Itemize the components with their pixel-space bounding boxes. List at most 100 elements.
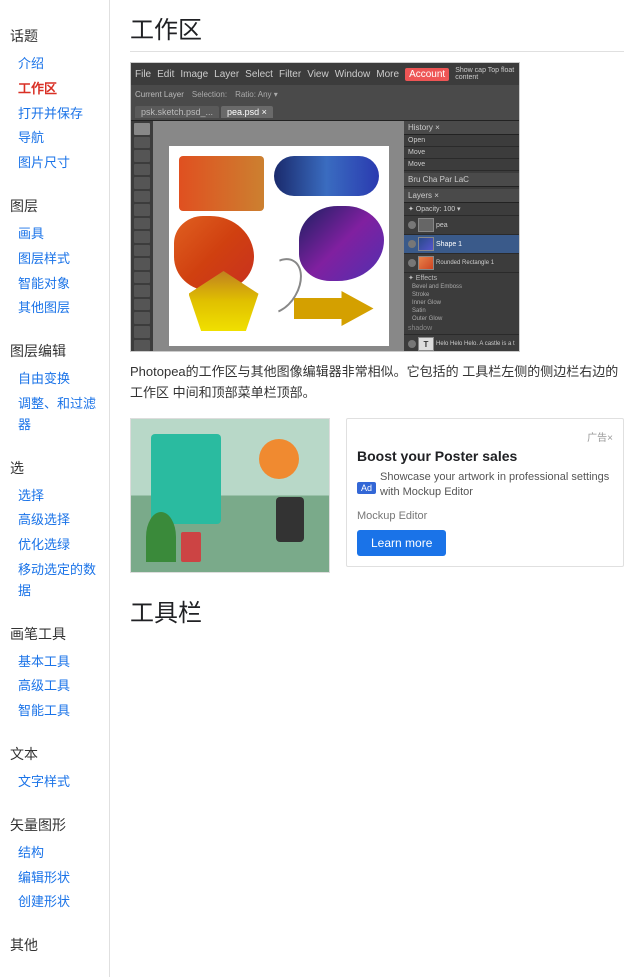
ps-menu-account[interactable]: Account (405, 68, 449, 81)
ps-tool-crop[interactable] (134, 164, 150, 176)
ps-thumb-rrect (418, 256, 434, 270)
ps-text-layer[interactable]: T Helo Helo Helo. A castle is a t (404, 335, 519, 352)
ps-menu-layer[interactable]: Layer (214, 69, 239, 80)
sidebar-section-draw: 画笔工具 (10, 624, 99, 644)
ps-props-label: Bru Cha Par LaC (408, 175, 469, 184)
ps-history-header: History × (404, 121, 519, 135)
poster-image (130, 418, 330, 573)
ps-tool-eraser[interactable] (134, 245, 150, 257)
ps-tool-select[interactable] (134, 137, 150, 149)
ps-text-layer-name: Helo Helo Helo. A castle is a t (436, 341, 515, 347)
sidebar-item-smart-tool[interactable]: 智能工具 (10, 699, 99, 724)
sidebar-section-layer-edit: 图层编辑 (10, 341, 99, 361)
ps-menu-more[interactable]: More (376, 69, 399, 80)
ps-tool-stamp[interactable] (134, 218, 150, 230)
ps-props-header: Bru Cha Par LaC (404, 173, 519, 187)
shape-gradient-rect (179, 156, 264, 211)
sidebar-item-workspace[interactable]: 工作区 (10, 77, 99, 102)
sidebar-item-advanced-select[interactable]: 高级选择 (10, 508, 99, 533)
ps-tool-dodge[interactable] (134, 272, 150, 284)
orange-circle-shape (259, 439, 299, 479)
ps-tool-text[interactable] (134, 299, 150, 311)
page-layout: 话题 介绍 工作区 打开并保存 导航 图片尺寸 图层 画具 图层样式 智能对象 … (0, 0, 640, 977)
ps-tool-eyedrop[interactable] (134, 177, 150, 189)
sidebar-item-layer-style[interactable]: 图层样式 (10, 247, 99, 272)
sidebar-item-select[interactable]: 选择 (10, 484, 99, 509)
main-content: 工作区 File Edit Image Layer Select Filter … (110, 0, 640, 977)
ps-history-open: Open (404, 135, 519, 147)
ps-tool-move[interactable] (134, 123, 150, 135)
ad-close-icon[interactable]: 广告× (587, 433, 613, 444)
ps-thumb-text: T (418, 337, 434, 351)
ps-tool-lasso[interactable] (134, 150, 150, 162)
sidebar-item-smart-object[interactable]: 智能对象 (10, 272, 99, 297)
ad-source: Mockup Editor (357, 510, 613, 522)
ps-menu-view[interactable]: View (307, 69, 329, 80)
ps-tool-zoom[interactable] (134, 340, 150, 352)
sidebar-item-nav[interactable]: 导航 (10, 126, 99, 151)
ps-tab-1[interactable]: psk.sketch.psd_... (135, 106, 219, 118)
sidebar-item-basic-tool[interactable]: 基本工具 (10, 650, 99, 675)
workspace-description: Photopea的工作区与其他图像编辑器非常相似。它包括的 工具栏左侧的侧边栏右… (130, 362, 624, 404)
ps-layer-rrect[interactable]: Rounded Rectangle 1 (404, 254, 519, 273)
ps-effect-outer-glow: Outer Glow (404, 315, 519, 323)
sidebar-item-edit-shape[interactable]: 编辑形状 (10, 866, 99, 891)
ps-eye-rrect[interactable] (408, 259, 416, 267)
ps-menu-file[interactable]: File (135, 69, 151, 80)
ps-tool-brush[interactable] (134, 204, 150, 216)
ps-eye-shape1[interactable] (408, 240, 416, 248)
ps-tool-heal[interactable] (134, 191, 150, 203)
sidebar-item-image-size[interactable]: 图片尺寸 (10, 151, 99, 176)
page-title: 工作区 (130, 10, 624, 52)
shape-arrow (294, 291, 374, 326)
ps-opacity-label: ✦ Opacity: 100 ▾ (408, 205, 461, 213)
ps-layer-shape1[interactable]: Shape 1 (404, 235, 519, 254)
bottom-section: 广告× Boost your Poster sales Ad Showcase … (130, 418, 624, 573)
sidebar-item-structure[interactable]: 结构 (10, 841, 99, 866)
ad-box: 广告× Boost your Poster sales Ad Showcase … (346, 418, 624, 568)
ps-layer-pea[interactable]: pea (404, 216, 519, 235)
ps-left-toolbar (131, 121, 153, 352)
photopea-screenshot: File Edit Image Layer Select Filter View… (130, 62, 520, 352)
ps-opacity-row: ✦ Opacity: 100 ▾ (404, 203, 519, 216)
sidebar-item-move-select[interactable]: 移动选定的数据 (10, 558, 99, 604)
ps-menu-image[interactable]: Image (180, 69, 208, 80)
ps-ratio-label: Ratio: Any ▾ (235, 90, 278, 99)
ad-title: Boost your Poster sales (357, 448, 613, 464)
ps-menu-select[interactable]: Select (245, 69, 273, 80)
ps-tab-2[interactable]: pea.psd × (221, 106, 273, 118)
ps-effect-inner-glow: Inner Glow (404, 299, 519, 307)
sidebar-item-other-layers[interactable]: 其他图层 (10, 296, 99, 321)
ps-tool-history[interactable] (134, 231, 150, 243)
ps-tool-gradient[interactable] (134, 258, 150, 270)
ps-menu-filter[interactable]: Filter (279, 69, 301, 80)
poster-image-sim (131, 419, 329, 572)
ps-tool-hand[interactable] (134, 326, 150, 338)
sidebar-item-text-style[interactable]: 文字样式 (10, 770, 99, 795)
sidebar-item-open-save[interactable]: 打开并保存 (10, 102, 99, 127)
ps-hist-open: Open (408, 137, 425, 144)
ps-layers-label: Layers × (408, 191, 439, 200)
ps-effect-bevel: Bevel and Emboss (404, 283, 519, 291)
ps-effect-stroke: Stroke (404, 291, 519, 299)
sidebar-item-canvas[interactable]: 画具 (10, 222, 99, 247)
ps-tool-shape[interactable] (134, 312, 150, 324)
phone-shape (276, 497, 304, 542)
learn-more-button[interactable]: Learn more (357, 530, 446, 556)
ps-workspace: History × Open Move Move Bru Cha Par LaC… (131, 121, 519, 352)
ps-tool-pen[interactable] (134, 285, 150, 297)
sidebar-item-advanced-tool[interactable]: 高级工具 (10, 674, 99, 699)
ps-menu-edit[interactable]: Edit (157, 69, 174, 80)
ad-badge: Ad (357, 482, 376, 494)
books-shape (181, 532, 201, 562)
sidebar-item-optimize-select[interactable]: 优化选绿 (10, 533, 99, 558)
sidebar-item-free-transform[interactable]: 自由变换 (10, 367, 99, 392)
ps-infobar: Current Layer Selection: Ratio: Any ▾ (131, 85, 519, 103)
ps-thumb-pea (418, 218, 434, 232)
sidebar-item-adjust-filter[interactable]: 调整、和过滤器 (10, 392, 99, 438)
ps-eye-text[interactable] (408, 340, 416, 348)
sidebar-item-key-shape[interactable]: 创建形状 (10, 890, 99, 915)
ps-eye-pea[interactable] (408, 221, 416, 229)
ps-menu-window[interactable]: Window (335, 69, 371, 80)
sidebar-item-intro[interactable]: 介绍 (10, 52, 99, 77)
